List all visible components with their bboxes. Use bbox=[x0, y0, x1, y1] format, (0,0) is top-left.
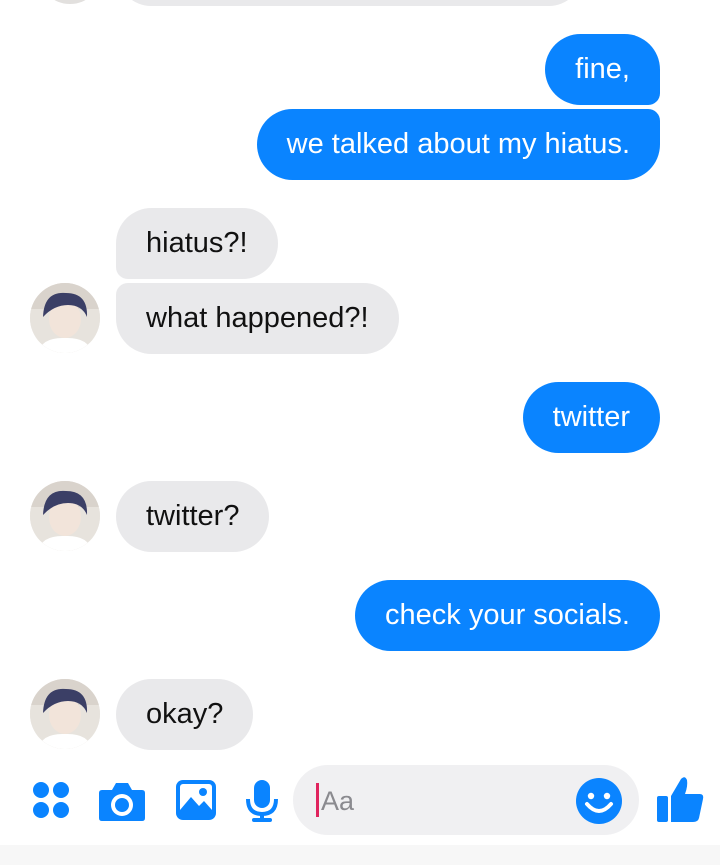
camera-icon[interactable] bbox=[98, 780, 146, 827]
apps-icon[interactable] bbox=[32, 781, 70, 824]
avatar[interactable] bbox=[30, 481, 100, 551]
thumbs-up-icon[interactable] bbox=[655, 774, 705, 829]
message-bubble-outgoing[interactable]: fine, bbox=[545, 34, 660, 105]
microphone-icon[interactable] bbox=[245, 779, 279, 828]
message-bubble-incoming[interactable]: what happened?! bbox=[116, 283, 399, 354]
avatar-partial bbox=[38, 0, 102, 4]
avatar[interactable] bbox=[30, 283, 100, 353]
gallery-icon[interactable] bbox=[175, 779, 217, 826]
message-bubble-incoming[interactable]: hiatus?! bbox=[116, 208, 278, 279]
message-bubble-incoming[interactable]: okay? bbox=[116, 679, 254, 750]
text-cursor bbox=[316, 783, 319, 817]
message-bubble-incoming[interactable]: twitter? bbox=[116, 481, 270, 552]
message-bubble-outgoing[interactable]: twitter bbox=[522, 382, 660, 453]
bottom-edge bbox=[0, 845, 720, 865]
message-bubble-outgoing[interactable]: check your socials. bbox=[355, 580, 660, 651]
emoji-icon[interactable] bbox=[575, 777, 623, 830]
message-bubble-outgoing[interactable]: we talked about my hiatus. bbox=[256, 109, 660, 180]
message-input[interactable] bbox=[319, 777, 573, 825]
avatar[interactable] bbox=[30, 679, 100, 749]
message-bubble-partial bbox=[118, 0, 582, 6]
